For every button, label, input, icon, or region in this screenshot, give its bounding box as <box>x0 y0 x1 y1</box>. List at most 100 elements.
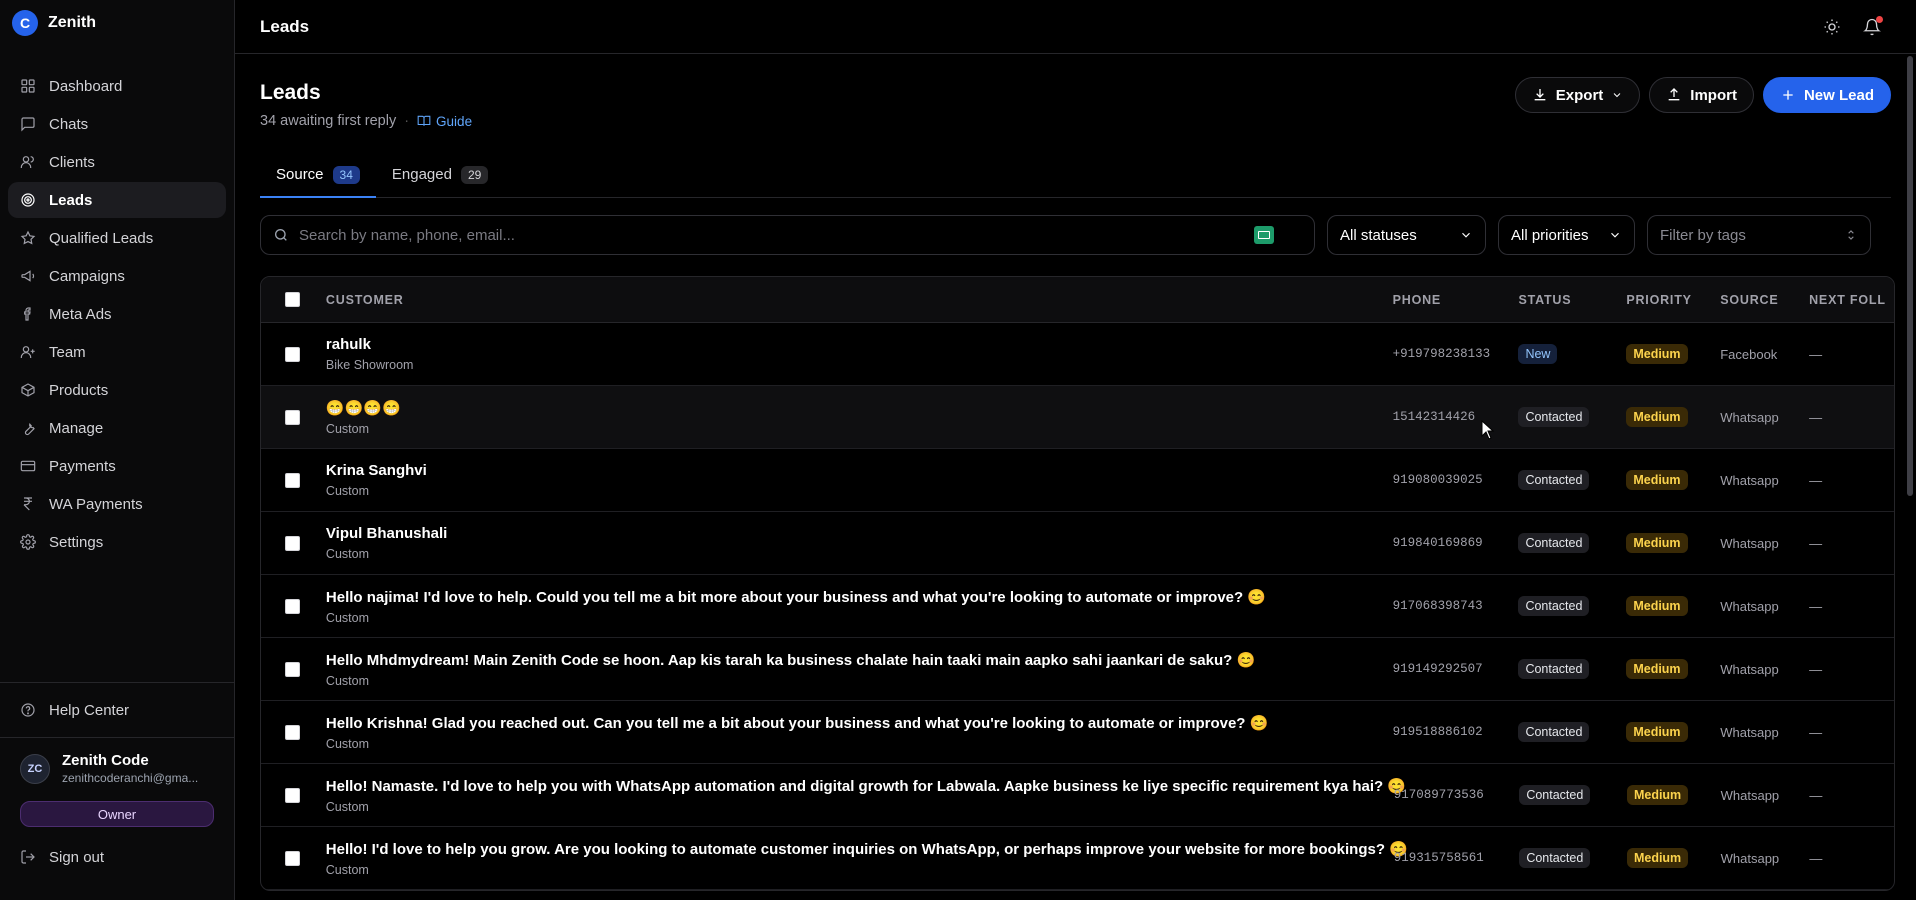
status-badge: Contacted <box>1518 407 1590 427</box>
table-row[interactable]: rahulk Bike Showroom +919798238133 New M… <box>261 323 1894 386</box>
row-checkbox[interactable] <box>284 346 300 362</box>
sidebar-item-campaigns[interactable]: Campaigns <box>8 258 226 294</box>
sidebar-item-products[interactable]: Products <box>8 372 226 408</box>
priority-filter[interactable]: All priorities <box>1498 215 1635 255</box>
table-row[interactable]: Vipul Bhanushali Custom 919840169869 Con… <box>261 512 1894 575</box>
guide-link[interactable]: Guide <box>417 114 472 129</box>
gear-icon <box>20 534 36 550</box>
priority-cell: Medium <box>1626 848 1721 868</box>
row-checkbox[interactable] <box>284 661 300 677</box>
status-badge: Contacted <box>1519 848 1591 868</box>
row-checkbox[interactable] <box>284 472 300 488</box>
customer-name[interactable]: Hello Krishna! Glad you reached out. Can… <box>326 714 1393 732</box>
sidebar-item-label: Manage <box>49 419 104 437</box>
customer-name[interactable]: Hello! I'd love to help you grow. Are yo… <box>326 840 1408 858</box>
filters-bar: All statuses All priorities Filter by ta… <box>260 215 1891 255</box>
row-checkbox[interactable] <box>284 850 300 866</box>
table-row[interactable]: 😁😁😁😁 Custom 15142314426 Contacted Medium… <box>261 386 1894 449</box>
sign-out-button[interactable]: Sign out <box>20 839 214 875</box>
sidebar-item-team[interactable]: Team <box>8 334 226 370</box>
priority-cell: Medium <box>1626 659 1720 679</box>
phone-cell: 919315758561 <box>1393 851 1484 865</box>
customer-name[interactable]: rahulk <box>326 336 1393 353</box>
col-source[interactable]: SOURCE <box>1720 293 1809 307</box>
col-status[interactable]: STATUS <box>1518 293 1626 307</box>
table-row[interactable]: Hello Mhdmydream! Main Zenith Code se ho… <box>261 638 1894 701</box>
tab-engaged[interactable]: Engaged 29 <box>376 157 504 198</box>
team-icon <box>20 344 36 360</box>
sidebar-item-qualified-leads[interactable]: Qualified Leads <box>8 220 226 256</box>
row-checkbox[interactable] <box>284 787 300 803</box>
customer-name[interactable]: 😁😁😁😁 <box>326 399 1393 417</box>
tab-source[interactable]: Source 34 <box>260 157 376 198</box>
customer-cell: Hello Krishna! Glad you reached out. Can… <box>324 714 1393 751</box>
source-cell: Whatsapp <box>1720 787 1780 803</box>
sidebar-nav: Dashboard Chats Clients Leads Qualified Lead… <box>0 46 234 562</box>
col-priority[interactable]: PRIORITY <box>1626 293 1720 307</box>
table-row[interactable]: Hello Krishna! Glad you reached out. Can… <box>261 701 1894 764</box>
help-center-link[interactable]: Help Center <box>0 683 234 737</box>
table-row[interactable]: Hello najima! I'd love to help. Could yo… <box>261 575 1894 638</box>
sidebar-item-label: Leads <box>49 191 93 209</box>
row-checkbox[interactable] <box>284 535 300 551</box>
row-checkbox[interactable] <box>284 598 300 614</box>
customer-name[interactable]: Hello Mhdmydream! Main Zenith Code se ho… <box>326 651 1393 669</box>
theme-toggle-sun-icon[interactable] <box>1823 18 1841 36</box>
customer-name[interactable]: Vipul Bhanushali <box>326 525 1393 542</box>
sidebar-item-manage[interactable]: Manage <box>8 410 226 446</box>
phone-cell: +919798238133 <box>1392 347 1491 361</box>
new-lead-button[interactable]: New Lead <box>1762 77 1891 113</box>
customer-category: Custom <box>325 862 369 877</box>
priority-cell: Medium <box>1626 344 1720 364</box>
mail-extension-icon[interactable] <box>1254 226 1274 244</box>
sidebar-item-wa-payments[interactable]: WA Payments <box>8 486 226 522</box>
status-badge: New <box>1518 344 1558 364</box>
phone-cell: 917089773536 <box>1393 788 1484 802</box>
table-row[interactable]: Krina Sanghvi Custom 919080039025 Contac… <box>261 449 1894 512</box>
sidebar-item-payments[interactable]: Payments <box>8 448 226 484</box>
next-follow-up-cell: — <box>1809 472 1823 488</box>
sidebar-item-chats[interactable]: Chats <box>8 106 226 142</box>
header-buttons: Export Import New Lead <box>1514 77 1891 113</box>
tags-filter[interactable]: Filter by tags <box>1647 215 1871 255</box>
customer-name[interactable]: Hello najima! I'd love to help. Could yo… <box>326 588 1393 606</box>
customer-name[interactable]: Hello! Namaste. I'd love to help you wit… <box>326 777 1406 795</box>
col-customer[interactable]: CUSTOMER <box>324 293 1393 307</box>
search-input[interactable] <box>299 226 1302 244</box>
sidebar-item-meta-ads[interactable]: Meta Ads <box>8 296 226 332</box>
row-checkbox[interactable] <box>284 409 300 425</box>
priority-cell: Medium <box>1626 407 1720 427</box>
select-all-checkbox[interactable] <box>284 292 300 307</box>
users-icon <box>20 154 36 170</box>
table-row[interactable]: Hello! I'd love to help you grow. Are yo… <box>261 827 1894 890</box>
sidebar-item-leads[interactable]: Leads <box>8 182 226 218</box>
status-filter[interactable]: All statuses <box>1327 215 1486 255</box>
separator-dot: · <box>404 113 410 129</box>
priority-badge: Medium <box>1626 722 1688 742</box>
sidebar-item-dashboard[interactable]: Dashboard <box>8 68 226 104</box>
chevron-down-icon <box>1462 232 1470 238</box>
col-next-follow-up[interactable]: NEXT FOLL <box>1809 293 1894 307</box>
sidebar-item-label: Chats <box>49 115 89 133</box>
col-phone[interactable]: PHONE <box>1393 293 1519 307</box>
export-button[interactable]: Export <box>1514 77 1641 113</box>
import-button[interactable]: Import <box>1649 77 1754 113</box>
priority-badge: Medium <box>1626 848 1689 868</box>
sidebar-item-settings[interactable]: Settings <box>8 524 226 560</box>
source-cell: Whatsapp <box>1720 409 1779 425</box>
bell-icon[interactable] <box>1863 15 1883 36</box>
tab-label: Engaged <box>391 166 452 183</box>
brand[interactable]: C Zenith <box>0 0 234 46</box>
chat-icon <box>20 116 36 132</box>
scrollbar-thumb[interactable] <box>1907 56 1913 496</box>
page-title: Leads <box>260 81 321 104</box>
priority-cell: Medium <box>1626 596 1720 616</box>
table-row[interactable]: Hello! Namaste. I'd love to help you wit… <box>261 764 1894 827</box>
page-scrollbar[interactable] <box>1904 54 1916 900</box>
user-profile[interactable]: ZC Zenith Code zenithcoderanchi@gma... <box>20 752 214 785</box>
sidebar-item-clients[interactable]: Clients <box>8 144 226 180</box>
priority-cell: Medium <box>1626 785 1721 805</box>
download-icon <box>1534 89 1546 101</box>
row-checkbox[interactable] <box>284 724 300 740</box>
customer-name[interactable]: Krina Sanghvi <box>326 462 1393 479</box>
